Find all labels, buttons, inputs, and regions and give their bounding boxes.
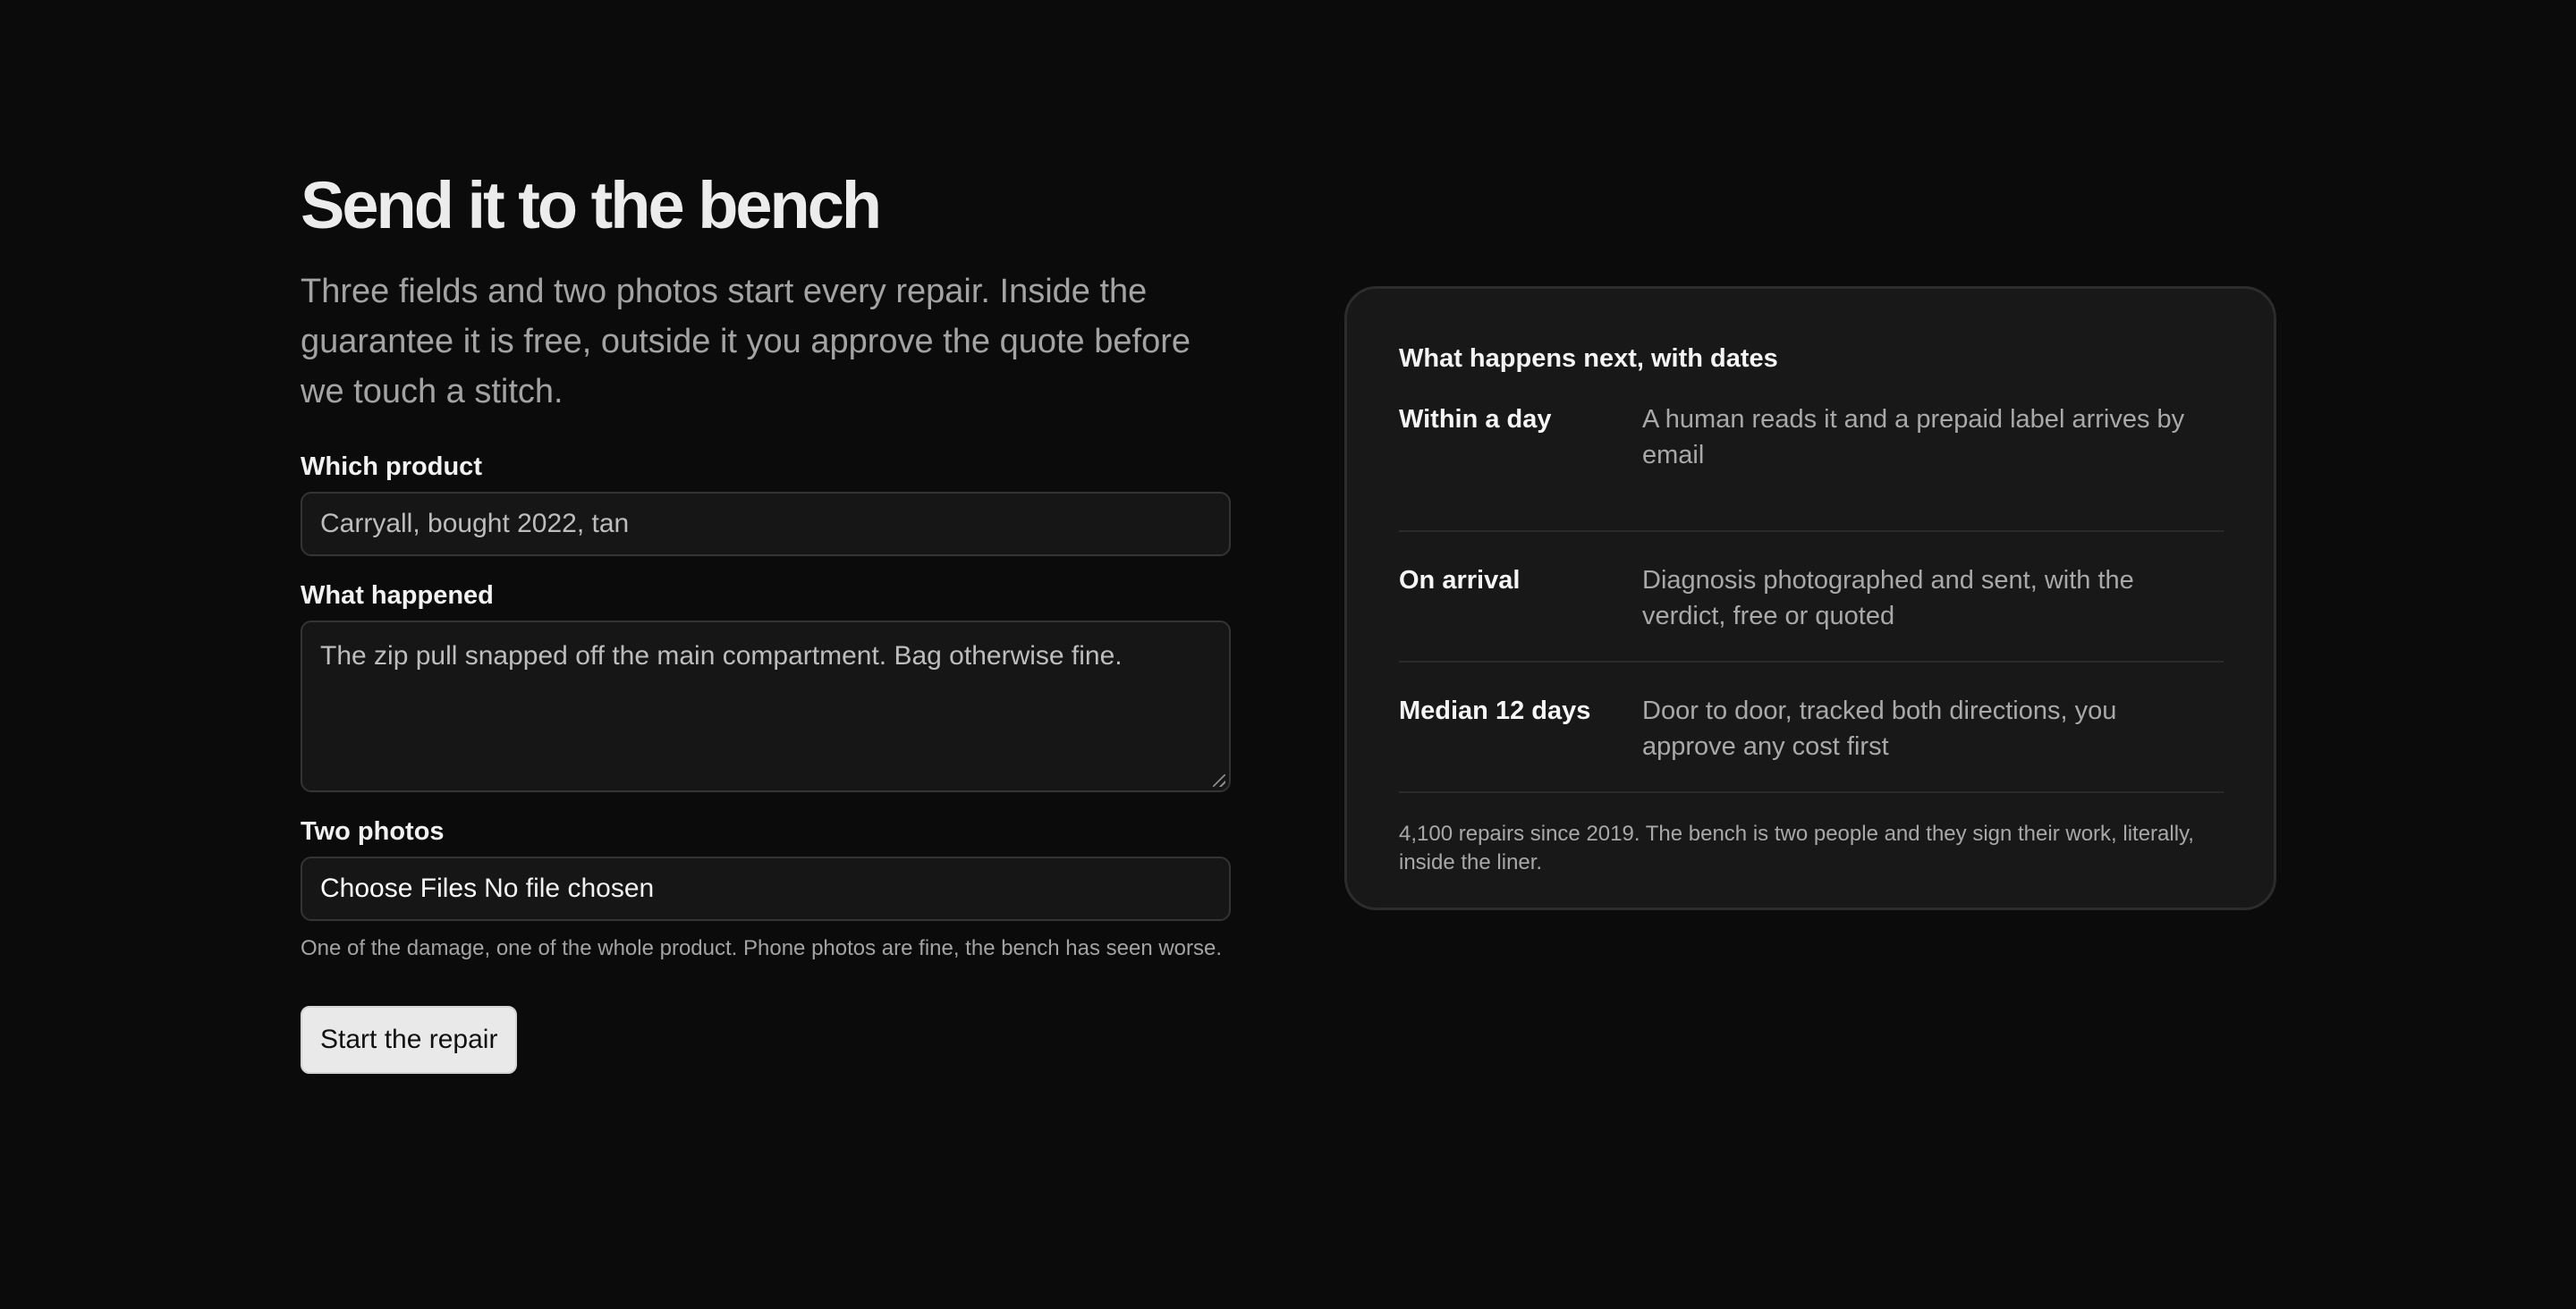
next-steps-card: What happens next, with dates Within a d… — [1344, 286, 2276, 910]
photos-hint: One of the damage, one of the whole prod… — [301, 936, 1223, 960]
timeline-row: On arrival Diagnosis photographed and se… — [1399, 532, 2224, 663]
choose-files-button[interactable]: Choose Files — [320, 874, 477, 904]
product-label: Which product — [301, 452, 482, 481]
timeline-row: Median 12 days Door to door, tracked bot… — [1399, 663, 2224, 793]
photos-field-group: Two photos Choose Files No file chosen O… — [301, 814, 1231, 963]
start-repair-button[interactable]: Start the repair — [301, 1006, 518, 1074]
page-intro: Three fields and two photos start every … — [301, 273, 1191, 410]
happened-textarea-value: The zip pull snapped off the main compar… — [320, 641, 1123, 671]
page: Send it to the bench Three fields and tw… — [0, 0, 2576, 1309]
timeline-key: On arrival — [1399, 566, 1521, 595]
card-title: What happens next, with dates — [1399, 344, 1778, 373]
timeline-key: Median 12 days — [1399, 697, 1591, 725]
timeline-value: Door to door, tracked both directions, y… — [1642, 697, 2117, 761]
timeline-value: A human reads it and a prepaid label arr… — [1642, 405, 2185, 469]
product-field-group: Which product Carryall, bought 2022, tan — [301, 449, 1231, 556]
timeline-row: Within a day A human reads it and a prep… — [1399, 401, 2224, 532]
resize-grip-icon[interactable] — [1213, 774, 1225, 787]
file-status: No file chosen — [484, 874, 655, 903]
timeline-key: Within a day — [1399, 405, 1552, 434]
happened-label: What happened — [301, 581, 494, 610]
timeline: Within a day A human reads it and a prep… — [1399, 401, 2224, 793]
photos-label: Two photos — [301, 817, 445, 846]
photos-file-input[interactable]: Choose Files No file chosen — [301, 857, 1231, 921]
happened-textarea[interactable]: The zip pull snapped off the main compar… — [301, 621, 1231, 792]
product-input-value: Carryall, bought 2022, tan — [320, 509, 630, 538]
product-input[interactable]: Carryall, bought 2022, tan — [301, 492, 1231, 556]
repair-form: Send it to the bench Three fields and tw… — [301, 161, 1231, 1074]
page-title: Send it to the bench — [301, 168, 882, 242]
card-footnote: 4,100 repairs since 2019. The bench is t… — [1399, 822, 2194, 874]
timeline-value: Diagnosis photographed and sent, with th… — [1642, 566, 2134, 630]
happened-field-group: What happened The zip pull snapped off t… — [301, 578, 1231, 792]
